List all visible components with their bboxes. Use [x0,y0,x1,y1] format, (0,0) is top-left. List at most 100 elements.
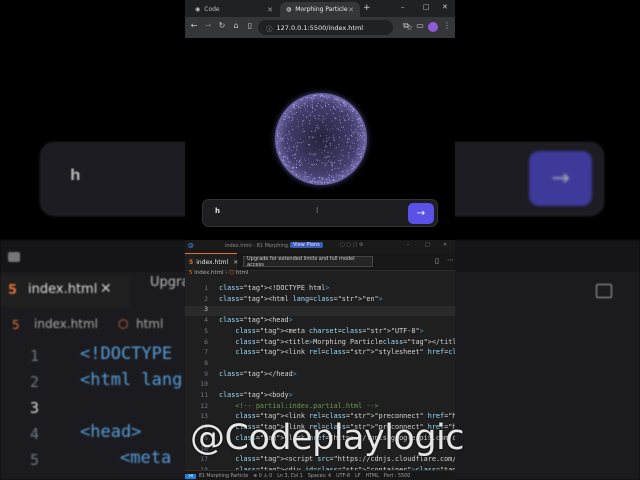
back-icon[interactable]: ← [188,21,200,30]
particle [286,114,288,116]
particle [315,109,317,111]
status-eol[interactable]: LF [355,474,360,479]
particle [319,99,321,101]
particle [330,161,332,163]
view-plans-badge[interactable]: View Plans [290,242,323,248]
tab-index-html[interactable]: 5 index.html ✕ [185,253,238,270]
particle [362,146,364,148]
tab-label: index.html [196,258,229,266]
particle [337,128,339,130]
maximize-button[interactable]: □ [423,3,430,11]
particle [303,171,305,172]
particle [321,115,323,117]
minimize-button[interactable]: – [401,3,405,11]
particle [329,175,330,177]
particle [280,121,282,123]
particle [311,181,313,183]
address-bar[interactable]: ⓘ 127.0.0.1:5500/index.html ☆ [258,20,413,35]
status-encoding[interactable]: UTF-8 [336,474,350,479]
particle [360,153,362,155]
status-port[interactable]: Port : 5500 [384,474,410,479]
particle [309,122,311,124]
new-tab-button[interactable]: + [363,3,371,13]
particle [326,134,327,136]
chat-input-box[interactable]: h I → [202,199,438,227]
particle [316,105,318,107]
particle [338,175,340,177]
breadcrumb-element[interactable]: html [236,270,249,276]
particle [305,109,307,111]
particle [285,123,287,125]
reload-icon[interactable]: ↻ [216,21,228,30]
split-editor-icon[interactable]: ▯ [435,257,439,265]
menu-icon[interactable]: ⋮ [441,21,453,30]
close-icon[interactable]: ✕ [233,259,238,266]
home-icon[interactable]: ⌂ [230,21,242,30]
particle [277,133,279,135]
particle [326,113,328,115]
particle [333,176,335,178]
particle [344,101,346,103]
particle [332,136,334,138]
forward-icon[interactable]: → [202,21,214,30]
minimize-button[interactable]: – [407,242,410,248]
close-icon[interactable]: ✕ [348,6,354,14]
close-window-button[interactable]: ✕ [443,242,447,248]
particle [342,171,344,172]
particle [311,136,313,138]
particle [293,166,295,168]
code-icon: ◉ [195,6,201,13]
particle [325,146,326,148]
particle [292,117,294,119]
particle [288,130,290,132]
particle [286,156,288,158]
particle [327,151,329,153]
status-project[interactable]: 81 Morphing Particle [199,474,248,479]
particle [353,124,355,126]
particle [285,125,287,127]
close-window-button[interactable]: ✕ [442,3,448,11]
tab-morphing-particle[interactable]: ◍ Morphing Particle ✕ [280,2,360,17]
breadcrumb-file[interactable]: index.html [194,270,223,276]
particle [343,109,345,111]
chat-input[interactable]: h [215,207,220,215]
particle [331,161,333,163]
particle [282,160,284,162]
profile-avatar[interactable] [428,22,438,32]
particle [357,138,359,140]
particle [333,98,335,100]
close-icon[interactable]: ✕ [267,6,273,14]
particle [293,167,295,169]
status-position[interactable]: Ln 3, Col 1 [277,474,303,479]
maximize-button[interactable]: □ [425,242,430,248]
status-spaces[interactable]: Spaces: 4 [308,474,331,479]
particle [326,140,328,142]
send-button[interactable]: → [408,203,434,224]
particle [331,170,333,172]
particle [297,142,299,143]
more-actions-icon[interactable]: ⋯ [447,256,454,264]
downloads-icon[interactable]: ▭ [414,21,426,30]
sidebar-icon[interactable]: ▯ [244,21,256,30]
particle [286,117,288,119]
particle [352,131,354,133]
layout-icons[interactable]: ▢ ▢ ▢ ⚙ [340,242,363,248]
particle [341,158,343,160]
remote-indicator[interactable]: ⋊ [185,473,196,479]
particle [300,99,302,101]
particle [282,139,284,141]
particle [290,106,292,108]
particle [326,128,328,130]
particle [354,142,356,144]
extensions-icon[interactable]: ⧉ [400,21,412,31]
particle [281,129,283,131]
status-problems[interactable]: ⊗ 0 ⚠ 0 [253,474,272,479]
status-language[interactable]: HTML [366,474,379,479]
particle [294,104,296,106]
particle [357,148,359,150]
particle [312,102,313,104]
particle [328,138,330,140]
tab-code[interactable]: ◉ Code ✕ [189,2,279,17]
line-number: 4 [204,316,208,325]
particle [296,160,298,162]
